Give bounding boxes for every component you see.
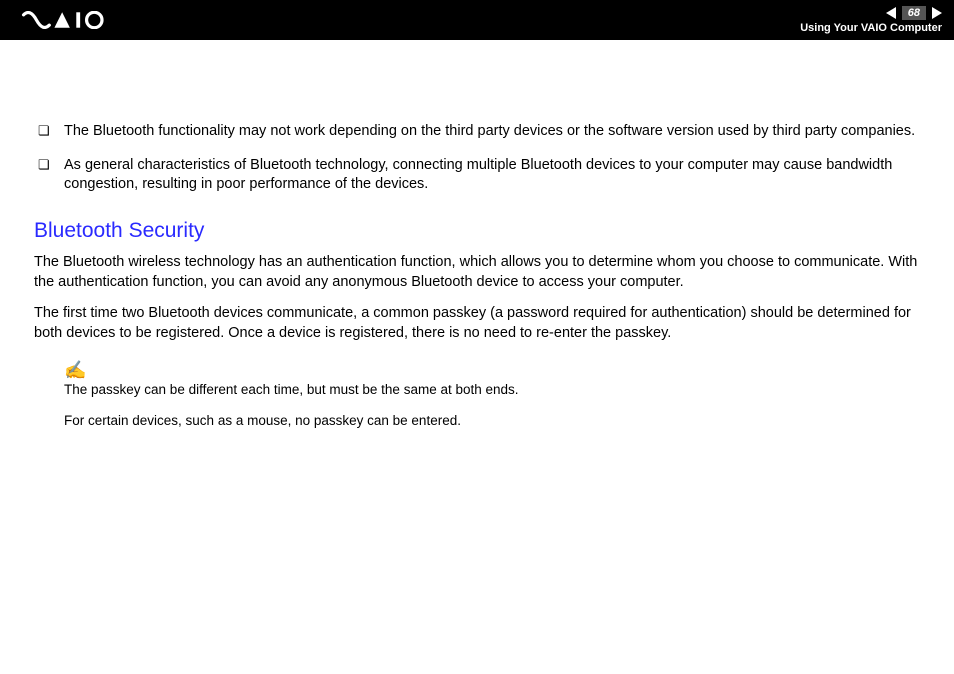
note-pencil-icon: ✍ [64, 361, 920, 379]
body-paragraph: The Bluetooth wireless technology has an… [34, 253, 920, 292]
bullet-list: The Bluetooth functionality may not work… [34, 122, 920, 195]
page-header: 68 Using Your VAIO Computer [0, 0, 954, 40]
note-text: The passkey can be different each time, … [64, 381, 920, 399]
section-heading: Bluetooth Security [34, 217, 920, 245]
list-item: As general characteristics of Bluetooth … [34, 156, 920, 195]
page-content: The Bluetooth functionality may not work… [0, 40, 954, 430]
note-text: For certain devices, such as a mouse, no… [64, 412, 920, 430]
document-page: 68 Using Your VAIO Computer The Bluetoot… [0, 0, 954, 674]
section-title: Using Your VAIO Computer [800, 22, 942, 34]
header-nav: 68 Using Your VAIO Computer [800, 6, 942, 34]
prev-page-arrow-icon[interactable] [886, 7, 896, 19]
next-page-arrow-icon[interactable] [932, 7, 942, 19]
vaio-logo [20, 11, 130, 29]
note-block: ✍ The passkey can be different each time… [34, 361, 920, 429]
page-number: 68 [902, 6, 926, 20]
list-item: The Bluetooth functionality may not work… [34, 122, 920, 142]
body-paragraph: The first time two Bluetooth devices com… [34, 304, 920, 343]
